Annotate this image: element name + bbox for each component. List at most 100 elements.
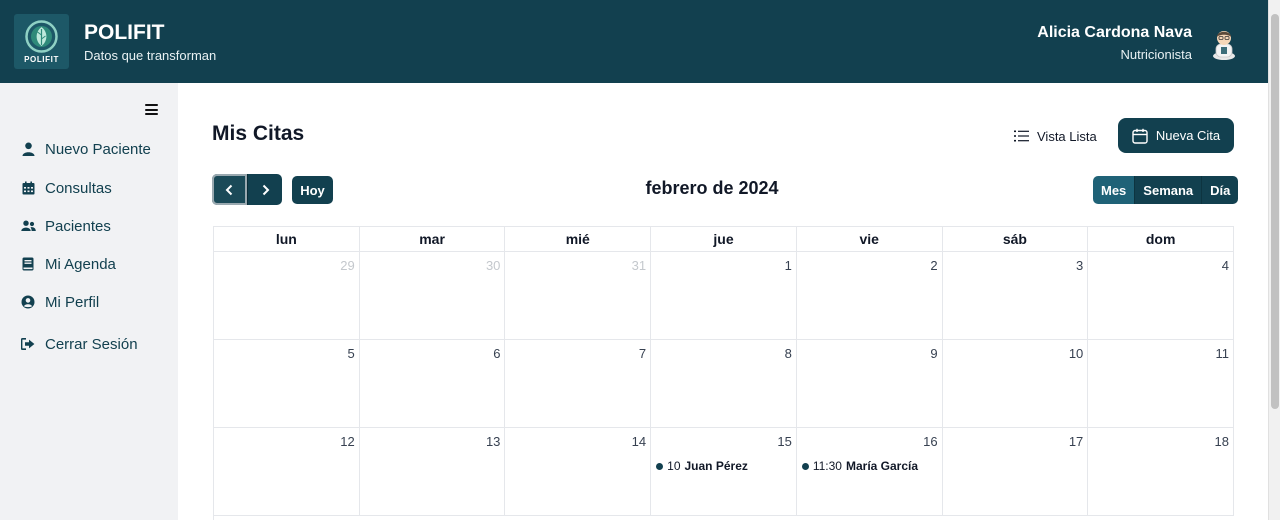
appointment-event[interactable]: 11:30 María García	[801, 459, 919, 473]
calendar-day[interactable]: 6	[360, 340, 506, 427]
sidebar-item-consultas[interactable]: Consultas	[20, 177, 112, 199]
weekday-header: lun mar mié jue vie sáb dom	[214, 227, 1234, 252]
sidebar-item-label: Cerrar Sesión	[45, 335, 138, 353]
sidebar-item-pacientes[interactable]: Pacientes	[20, 215, 111, 237]
sidebar-item-nuevo-paciente[interactable]: Nuevo Paciente	[20, 138, 151, 160]
calendar-day[interactable]: 8	[651, 340, 797, 427]
new-appointment-label: Nueva Cita	[1155, 128, 1221, 143]
page-title: Mis Citas	[212, 122, 305, 145]
calendar-week: 5 6 7 8 9 10 11	[214, 340, 1234, 428]
day-number: 9	[930, 346, 938, 361]
calendar-title: febrero de 2024	[645, 178, 779, 198]
event-dot-icon	[656, 462, 664, 470]
calendar-day[interactable]: 3	[943, 252, 1089, 339]
chevron-right-icon	[262, 184, 269, 195]
calendar-day[interactable]: 18	[1088, 428, 1234, 515]
weekday-label: lun	[214, 227, 360, 252]
prev-month-button[interactable]	[212, 174, 247, 205]
event-patient: Juan Pérez	[684, 459, 748, 473]
day-number: 12	[340, 434, 355, 449]
sidebar-item-label: Mi Perfil	[45, 293, 100, 311]
weekday-label: jue	[651, 227, 797, 252]
weekday-label: sáb	[943, 227, 1089, 252]
calendar-icon	[20, 180, 36, 196]
day-number: 14	[631, 434, 647, 449]
weekday-label: mar	[360, 227, 506, 252]
view-switcher: Mes Semana Día	[1093, 176, 1239, 204]
calendar-day[interactable]: 10	[943, 340, 1089, 427]
page-scrollbar[interactable]	[1268, 0, 1280, 520]
calendar-week: 12 13 14 15 10 Juan Pérez 16 11:30 María…	[214, 428, 1234, 516]
user-role: Nutricionista	[1120, 47, 1192, 62]
calendar-day[interactable]: 16 11:30 María García	[797, 428, 943, 515]
calendar-day[interactable]: 4	[1088, 252, 1234, 339]
day-number: 4	[1221, 258, 1229, 273]
user-circle-icon	[20, 294, 36, 310]
day-number: 1	[784, 258, 792, 273]
calendar-day[interactable]: 5	[214, 340, 360, 427]
scrollbar-thumb[interactable]	[1271, 14, 1279, 409]
day-number: 7	[638, 346, 647, 361]
calendar-day[interactable]: 12	[214, 428, 360, 515]
calendar-day[interactable]: 13	[360, 428, 506, 515]
day-number: 6	[493, 346, 501, 361]
event-patient: María García	[845, 459, 919, 473]
event-time: 11:30	[812, 459, 842, 473]
chevron-left-icon	[225, 184, 233, 195]
list-view-button[interactable]: Vista Lista	[1006, 122, 1105, 150]
day-number: 16	[923, 434, 938, 449]
avatar-icon[interactable]	[1210, 27, 1238, 61]
day-number: 11	[1215, 346, 1229, 361]
appointment-event[interactable]: 10 Juan Pérez	[656, 459, 748, 473]
day-number: 29	[340, 258, 355, 273]
logo[interactable]: POLIFIT	[14, 14, 69, 69]
weekday-label: mié	[505, 227, 652, 252]
sidebar-item-label: Consultas	[45, 179, 112, 197]
calendar-nav	[212, 174, 282, 205]
event-time: 10	[667, 459, 681, 473]
calendar-outline-icon	[1132, 128, 1148, 144]
leaf-logo-icon	[25, 20, 58, 53]
calendar-day[interactable]: 15 10 Juan Pérez	[651, 428, 797, 515]
calendar-day[interactable]: 17	[943, 428, 1089, 515]
calendar-day[interactable]: 2	[797, 252, 943, 339]
list-view-label: Vista Lista	[1037, 128, 1097, 144]
calendar-day[interactable]: 11	[1088, 340, 1234, 427]
next-month-button[interactable]	[247, 174, 282, 205]
day-number: 8	[784, 346, 792, 361]
weekday-label: dom	[1088, 227, 1234, 252]
calendar-day[interactable]: 30	[360, 252, 506, 339]
day-number: 15	[777, 434, 792, 449]
calendar-day[interactable]: 1	[651, 252, 797, 339]
calendar-day[interactable]: 14	[505, 428, 652, 515]
month-calendar: lun mar mié jue vie sáb dom 29 30 31 1 2…	[213, 226, 1234, 520]
day-number: 31	[631, 258, 647, 273]
calendar-day[interactable]: 29	[214, 252, 360, 339]
sidebar-item-mi-perfil[interactable]: Mi Perfil	[20, 291, 99, 313]
sidebar-item-mi-agenda[interactable]: Mi Agenda	[20, 253, 116, 275]
view-month-button[interactable]: Mes	[1093, 176, 1135, 204]
calendar-day[interactable]: 31	[505, 252, 652, 339]
sidebar-item-cerrar-sesion[interactable]: Cerrar Sesión	[20, 333, 138, 355]
day-number: 10	[1068, 346, 1084, 361]
sidebar-item-label: Nuevo Paciente	[45, 140, 151, 158]
new-appointment-button[interactable]: Nueva Cita	[1118, 118, 1234, 153]
weekday-label: vie	[797, 227, 943, 252]
day-number: 17	[1068, 434, 1084, 449]
today-button[interactable]: Hoy	[292, 176, 333, 204]
menu-toggle-icon[interactable]	[145, 104, 158, 115]
view-week-button[interactable]: Semana	[1134, 176, 1202, 204]
logo-text: POLIFIT	[24, 55, 59, 64]
calendar-day[interactable]: 7	[505, 340, 652, 427]
book-icon	[20, 256, 36, 272]
user-icon	[20, 141, 36, 157]
day-number: 5	[347, 346, 355, 361]
view-day-button[interactable]: Día	[1201, 176, 1239, 204]
sidebar-item-label: Mi Agenda	[45, 255, 116, 273]
day-number: 3	[1076, 258, 1084, 273]
calendar-day[interactable]: 9	[797, 340, 943, 427]
list-icon	[1014, 130, 1029, 142]
day-number: 13	[485, 434, 501, 449]
event-dot-icon	[801, 462, 809, 470]
day-number: 18	[1214, 434, 1229, 449]
